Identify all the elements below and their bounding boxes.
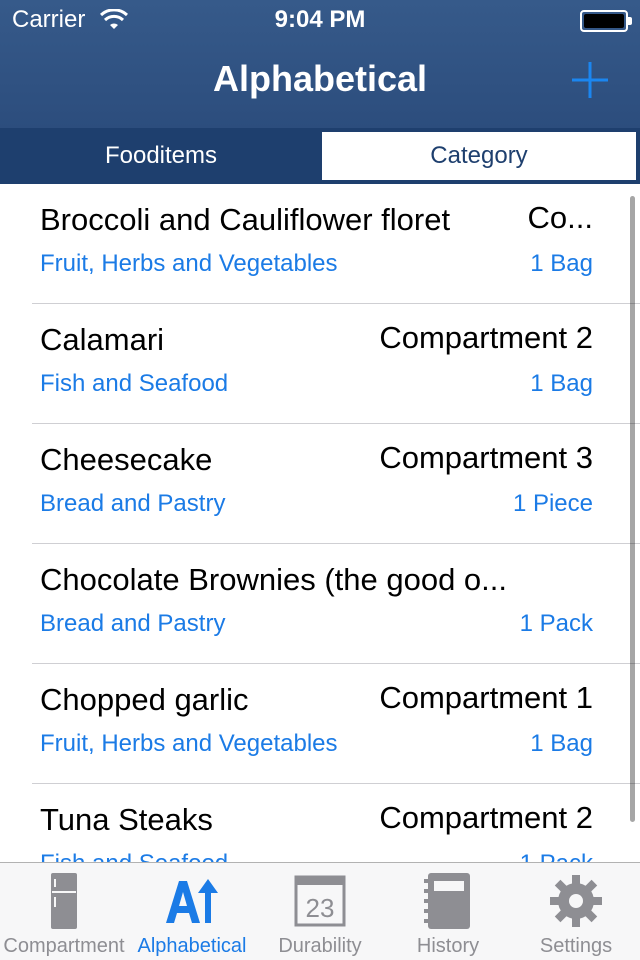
list-item[interactable]: Chocolate Brownies (the good o... Bread … (0, 544, 640, 664)
segment-fooditems[interactable]: Fooditems (2, 130, 320, 182)
tab-label: Compartment (3, 935, 125, 957)
item-name: Chocolate Brownies (the good o... (40, 562, 507, 597)
item-compartment: Compartment 3 (379, 440, 593, 475)
tab-label: Settings (539, 935, 613, 957)
fridge-icon (51, 873, 77, 929)
item-name: Chopped garlic (40, 682, 249, 717)
segment-category[interactable]: Category (320, 130, 638, 182)
tab-settings[interactable]: Settings (512, 863, 640, 960)
tab-label: Durability (278, 935, 362, 957)
page-title: Alphabetical (212, 58, 428, 99)
tab-durability[interactable]: 23 Durability (256, 863, 384, 960)
battery-icon (580, 10, 632, 32)
list-item[interactable]: Cheesecake Compartment 3 Bread and Pastr… (0, 424, 640, 544)
item-quantity: 1 Bag (530, 370, 593, 397)
tab-label: Alphabetical (137, 935, 247, 957)
list-item[interactable]: Chopped garlic Compartment 1 Fruit, Herb… (0, 664, 640, 784)
scroll-indicator[interactable] (630, 196, 635, 822)
alphabetical-sort-icon (166, 879, 218, 923)
item-category: Bread and Pastry (40, 490, 226, 517)
tab-alphabetical[interactable]: Alphabetical (128, 863, 256, 960)
list-item[interactable]: Tuna Steaks Compartment 2 Fish and Seafo… (0, 784, 640, 862)
tab-bar: Compartment Alphabetical 23 Durability H… (0, 862, 640, 960)
status-time: 9:04 PM (274, 6, 366, 33)
item-quantity: 1 Bag (530, 730, 593, 757)
plus-icon[interactable] (566, 56, 614, 104)
item-compartment: Compartment 1 (379, 680, 593, 715)
item-category: Fish and Seafood (40, 850, 228, 862)
list-item[interactable]: Broccoli and Cauliflower floret Co... Fr… (0, 184, 640, 304)
calendar-icon: 23 (294, 875, 346, 927)
item-name: Tuna Steaks (40, 802, 213, 837)
item-compartment: Co... (527, 200, 593, 235)
item-category: Bread and Pastry (40, 610, 226, 637)
navigation-header: Carrier 9:04 PM Alphabetical (0, 0, 640, 128)
item-compartment: Compartment 2 (379, 320, 593, 355)
food-item-list[interactable]: Broccoli and Cauliflower floret Co... Fr… (0, 184, 640, 862)
item-compartment: Compartment 2 (379, 800, 593, 835)
tab-compartment[interactable]: Compartment (0, 863, 128, 960)
item-quantity: 1 Pack (519, 610, 593, 637)
item-name: Broccoli and Cauliflower floret (40, 202, 451, 237)
gear-icon (550, 875, 602, 927)
item-quantity: 1 Bag (530, 250, 593, 277)
calendar-day: 23 (306, 893, 335, 923)
item-name: Calamari (40, 322, 165, 357)
item-name: Cheesecake (40, 442, 213, 477)
item-category: Fruit, Herbs and Vegetables (40, 730, 338, 757)
tab-label: History (416, 935, 480, 957)
tab-history[interactable]: History (384, 863, 512, 960)
status-bar: Carrier 9:04 PM (0, 0, 640, 40)
segmented-control: Fooditems Category (0, 128, 640, 184)
item-quantity: 1 Piece (512, 490, 593, 517)
list-item[interactable]: Calamari Compartment 2 Fish and Seafood … (0, 304, 640, 424)
item-category: Fruit, Herbs and Vegetables (40, 250, 338, 277)
item-quantity: 1 Pack (520, 850, 593, 862)
book-icon (424, 873, 470, 929)
item-category: Fish and Seafood (40, 370, 229, 397)
